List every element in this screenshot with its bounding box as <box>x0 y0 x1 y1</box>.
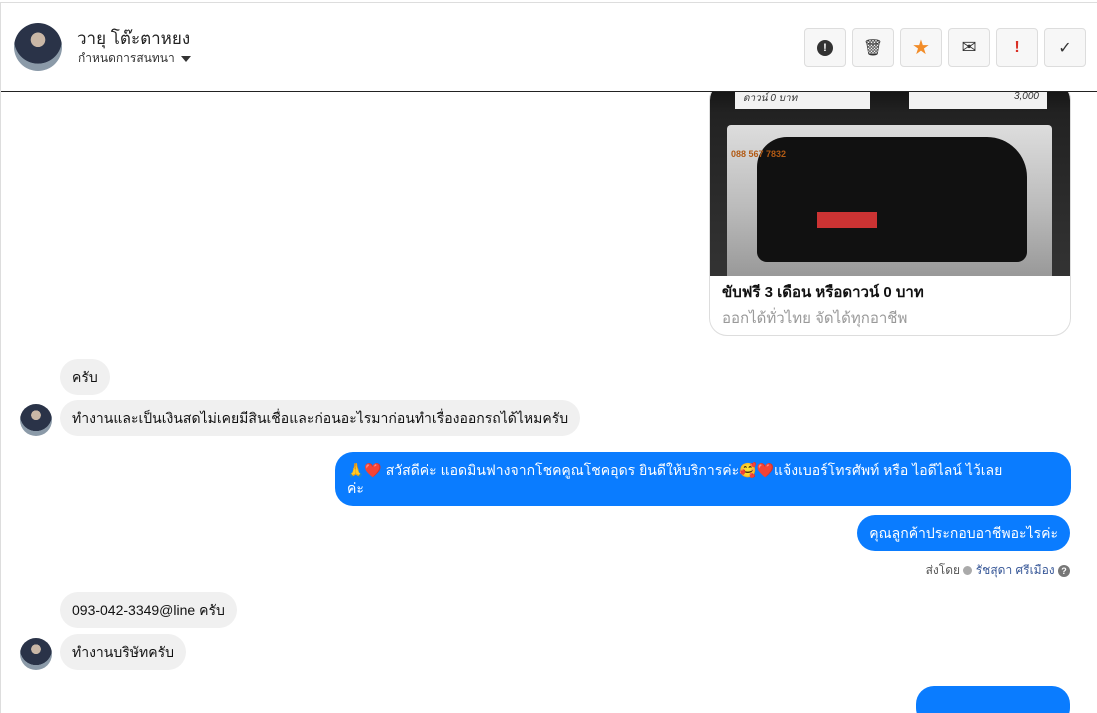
grill <box>817 212 877 228</box>
help-icon[interactable]: ? <box>1058 565 1070 577</box>
incoming-message: 093-042-3349@line ครับ <box>60 592 237 628</box>
mark-done-button[interactable]: ✓ <box>1044 28 1086 67</box>
conversation-panel: วายุ โต๊ะตาหยง กำหนดการสนทนา ! 🗑 ★ ✉ ! ✓… <box>0 2 1097 713</box>
mark-important-button[interactable]: ! <box>996 28 1038 67</box>
dealer-phone-logo: 088 567 7832 <box>731 149 787 159</box>
outgoing-message: 🙏❤️ สวัสดีค่ะ แอดมินฟางจากโชคคูณโชคอุดร … <box>335 452 1071 506</box>
outgoing-message-partial <box>916 686 1070 713</box>
conversation-header: วายุ โต๊ะตาหยง กำหนดการสนทนา ! 🗑 ★ ✉ ! ✓ <box>1 3 1097 92</box>
exclamation-icon: ! <box>1014 38 1020 56</box>
message-text: ค่ะ <box>347 480 364 496</box>
truck-photo: 088 567 7832 <box>727 125 1052 276</box>
sender-avatar <box>20 638 52 670</box>
envelope-icon: ✉ <box>961 37 977 57</box>
agent-name[interactable]: รัชสุดา ศรีเมือง <box>976 563 1055 577</box>
caret-down-icon <box>180 55 191 62</box>
action-toolbar: ! 🗑 ★ ✉ ! ✓ <box>804 28 1086 67</box>
message-text: 🙏❤️ สวัสดีค่ะ แอดมินฟางจากโชคคูณโชคอุดร … <box>347 462 1003 478</box>
incoming-message: ครับ <box>60 359 110 395</box>
assign-label: กำหนดการสนทนา <box>78 51 175 65</box>
trash-icon: 🗑 <box>862 39 884 57</box>
assign-conversation-dropdown[interactable]: กำหนดการสนทนา <box>78 49 191 68</box>
ad-image: ดาวน์ 0 บาท 3,000 088 567 7832 <box>710 83 1070 276</box>
sender-avatar <box>20 404 52 436</box>
star-icon: ★ <box>912 37 930 59</box>
incoming-message: ทำงานและเป็นเงินสดไม่เคยมีสินเชื่อและก่อ… <box>60 400 581 436</box>
message-list[interactable]: ดาวน์ 0 บาท 3,000 088 567 7832 ขับฟรี 3 … <box>1 82 1097 713</box>
mark-spam-button[interactable]: ! <box>804 28 846 67</box>
ad-subtitle: ออกได้ทั่วไทย จัดได้ทุกอาชีพ <box>722 310 908 327</box>
delete-button[interactable]: 🗑 <box>852 28 894 67</box>
agent-icon <box>963 566 973 575</box>
incoming-message: ทำงานบริษัทครับ <box>60 634 186 670</box>
star-button[interactable]: ★ <box>900 28 942 67</box>
mark-unread-button[interactable]: ✉ <box>948 28 990 67</box>
check-icon: ✓ <box>1058 39 1072 57</box>
exclamation-circle-icon: ! <box>817 39 833 56</box>
contact-avatar[interactable] <box>14 23 62 71</box>
ad-card-message[interactable]: ดาวน์ 0 บาท 3,000 088 567 7832 ขับฟรี 3 … <box>709 82 1071 336</box>
truck-shape <box>757 137 1027 262</box>
sent-by-info: ส่งโดย รัชสุดา ศรีเมือง ? <box>926 561 1070 580</box>
outgoing-message: คุณลูกค้าประกอบอาชีพอะไรค่ะ <box>857 515 1070 551</box>
ad-title: ขับฟรี 3 เดือน หรือดาวน์ 0 บาท <box>722 284 924 301</box>
contact-name: วายุ โต๊ะตาหยง <box>77 29 191 48</box>
sent-by-label: ส่งโดย <box>925 563 961 577</box>
